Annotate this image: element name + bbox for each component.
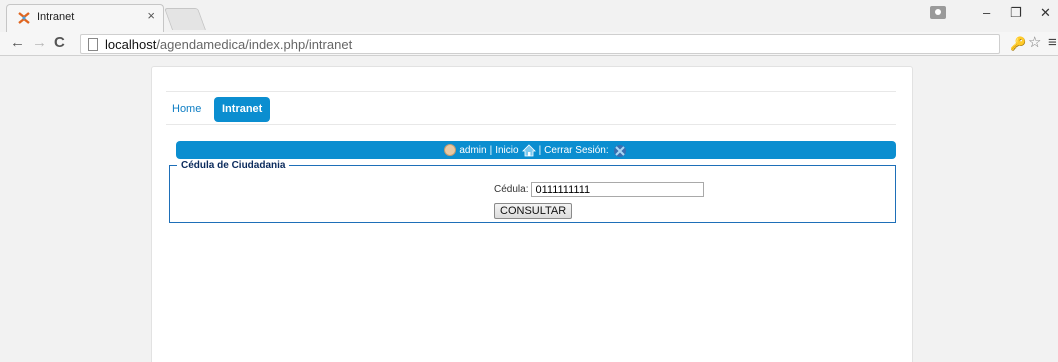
username-label: admin [459,144,487,156]
page-icon [88,38,98,51]
cerrar-sesion-link[interactable]: Cerrar Sesión: [544,145,608,156]
bookmark-star-icon[interactable]: ☆ [1028,35,1041,51]
key-icon[interactable]: 🔑 [1010,36,1026,52]
home-icon[interactable] [521,143,536,157]
new-tab-button[interactable] [163,8,207,30]
back-arrow-icon[interactable]: ← [10,34,25,52]
separator: | [538,144,542,156]
fieldset-legend: Cédula de Ciudadania [181,160,286,171]
url-host: localhost [105,37,157,52]
consultar-button[interactable]: CONSULTAR [494,203,573,219]
cedula-label: Cédula: [494,184,529,195]
browser-toolbar: ← → C localhost/agendamedica/index.php/i… [0,32,1058,56]
url-path: /agendamedica/index.php/intranet [156,37,353,52]
separator: | [489,144,493,156]
forward-arrow-icon[interactable]: → [32,34,47,52]
profile-icon[interactable] [930,6,946,19]
browser-tab[interactable]: Intranet × [6,4,164,32]
inicio-link[interactable]: Inicio [495,145,518,156]
user-bar: admin | Inicio | Cerrar Sesión: [176,141,896,159]
window-minimize-button[interactable]: – [983,6,990,20]
window-maximize-button[interactable]: ❐ [1010,6,1022,20]
logout-icon[interactable] [612,143,628,158]
page-viewport: Home Intranet admin | Inicio | Cerrar Se… [0,57,1058,362]
url-text: localhost/agendamedica/index.php/intrane… [105,37,352,52]
reload-icon[interactable]: C [54,34,65,52]
main-container: Home Intranet admin | Inicio | Cerrar Se… [151,66,913,362]
cedula-fieldset: Cédula de Ciudadania Cédula: CONSULTAR [169,160,896,223]
joomla-favicon-icon [17,11,31,25]
address-bar[interactable]: localhost/agendamedica/index.php/intrane… [80,34,1000,54]
cedula-row: Cédula: [494,182,705,197]
tab-close-icon[interactable]: × [147,9,155,23]
tab-title: Intranet [37,11,75,23]
browser-menu-icon[interactable]: ≡ [1048,35,1057,51]
nav-home-link[interactable]: Home [166,100,207,118]
top-navigation: Home Intranet [166,91,896,125]
nav-intranet-tab[interactable]: Intranet [214,97,271,122]
cedula-input[interactable] [531,182,705,197]
window-close-button[interactable]: ✕ [1040,6,1051,20]
browser-titlebar: Intranet × – ❐ ✕ [0,0,1058,32]
user-icon [444,144,457,156]
